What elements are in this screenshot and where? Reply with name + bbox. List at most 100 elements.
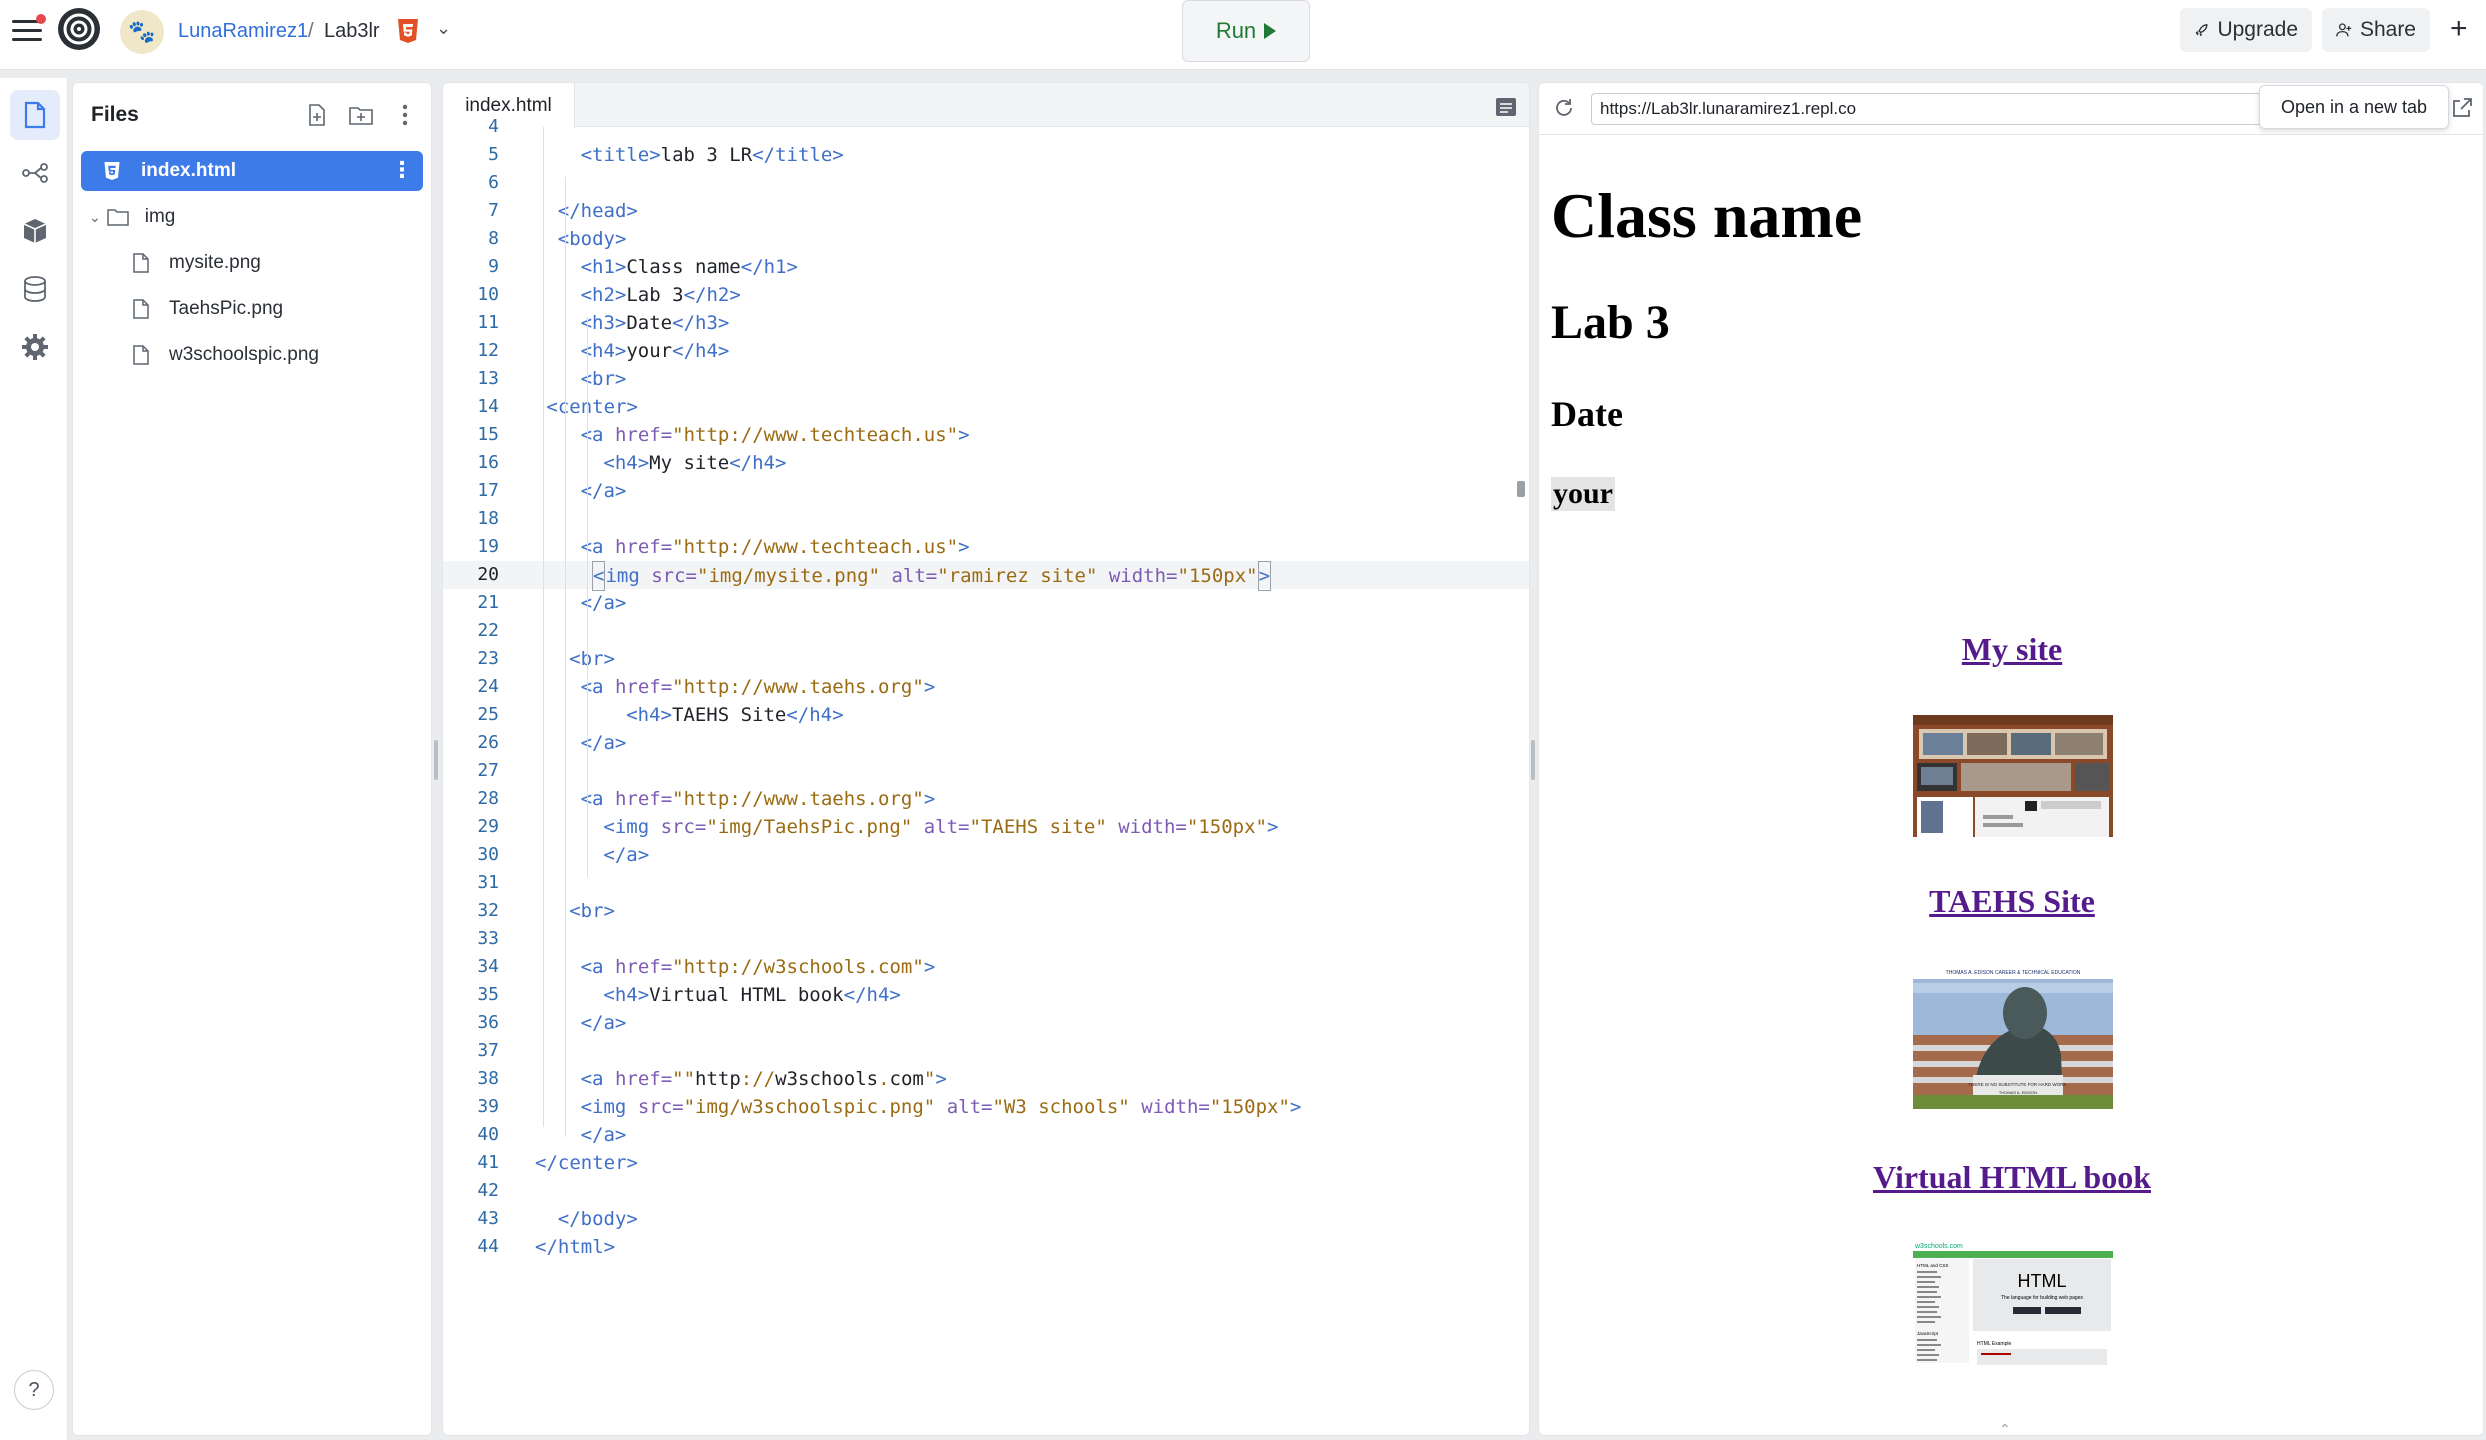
code-line[interactable]: 36 </a> [443, 1009, 1529, 1037]
code-line[interactable]: 20 <img src="img/mysite.png" alt="ramirez… [443, 561, 1529, 591]
taehs-site-link[interactable]: TAEHS Site [1539, 883, 2483, 920]
code-line[interactable]: 28 <a href="http://www.taehs.org"> [443, 785, 1529, 813]
w3-tagline: The language for building web pages [2001, 1295, 2084, 1301]
user-avatar[interactable]: 🐾 [120, 10, 164, 54]
more-options-icon[interactable] [391, 101, 419, 129]
code-line[interactable]: 37 [443, 1037, 1529, 1065]
chevron-down-icon[interactable]: ⌄ [436, 18, 451, 39]
menu-icon[interactable] [12, 14, 46, 42]
code-line[interactable]: 15 <a href="http://www.techteach.us"> [443, 421, 1529, 449]
upgrade-label: Upgrade [2217, 18, 2298, 41]
mysite-image-link[interactable] [1913, 715, 2113, 837]
code-line[interactable]: 12 <h4>your</h4> [443, 337, 1529, 365]
external-link-icon[interactable] [2451, 97, 2473, 119]
code-line[interactable]: 10 <h2>Lab 3</h2> [443, 281, 1529, 309]
file-menu-icon[interactable]: ⋮ [391, 159, 413, 181]
code-line[interactable]: 16 <h4>My site</h4> [443, 449, 1529, 477]
code-line[interactable]: 7 </head> [443, 197, 1529, 225]
code-line[interactable]: 11 <h3>Date</h3> [443, 309, 1529, 337]
code-line[interactable]: 19 <a href="http://www.techteach.us"> [443, 533, 1529, 561]
code-line[interactable]: 42 [443, 1177, 1529, 1205]
code-line[interactable]: 43 </body> [443, 1205, 1529, 1233]
open-new-tab-tooltip: Open in a new tab [2259, 85, 2449, 129]
username-link[interactable]: LunaRamirez1 [178, 20, 308, 43]
code-line[interactable]: 18 [443, 505, 1529, 533]
new-folder-icon[interactable] [347, 101, 375, 129]
plus-icon[interactable]: + [2450, 14, 2468, 44]
taehs-author-text: THOMAS A. EDISON [1999, 1090, 2037, 1095]
code-line[interactable]: 38 <a href=""http://w3schools.com"> [443, 1065, 1529, 1093]
line-number: 7 [488, 200, 499, 221]
editor-preview-resize-handle[interactable] [1531, 740, 1535, 780]
code-text: <h2>Lab 3</h2> [580, 284, 741, 306]
code-line[interactable]: 44 </html> [443, 1233, 1529, 1261]
new-file-icon[interactable] [303, 101, 331, 129]
settings-tool-button[interactable] [10, 322, 60, 372]
my-site-link[interactable]: My site [1539, 631, 2483, 668]
upgrade-button[interactable]: Upgrade [2180, 8, 2312, 52]
line-number: 43 [477, 1208, 499, 1229]
files-tool-button[interactable] [10, 90, 60, 140]
file-item-index-html[interactable]: index.html ⋮ [81, 151, 423, 191]
file-name: w3schoolspic.png [169, 344, 319, 365]
code-line[interactable]: 14 <center> [443, 393, 1529, 421]
code-line[interactable]: 33 [443, 925, 1529, 953]
code-line[interactable]: 17 </a> [443, 477, 1529, 505]
code-line[interactable]: 32 <br> [443, 897, 1529, 925]
code-line[interactable]: 13 <br> [443, 365, 1529, 393]
code-line[interactable]: 34 <a href="http://w3schools.com"> [443, 953, 1529, 981]
code-line[interactable]: 21 </a> [443, 589, 1529, 617]
code-line[interactable]: 30 </a> [443, 841, 1529, 869]
help-button[interactable]: ? [14, 1370, 54, 1410]
code-area[interactable]: 4 5 <title>lab 3 LR</title> 6 7 </head> 8 <body… [443, 116, 1529, 1427]
indent-guide [565, 177, 566, 1137]
folder-icon [106, 209, 129, 226]
file-item-w3schoolspic-png[interactable]: w3schoolspic.png [81, 335, 423, 375]
code-line[interactable]: 5 <title>lab 3 LR</title> [443, 141, 1529, 169]
code-text: <center> [546, 396, 638, 418]
editor-scrollbar-thumb[interactable] [1517, 481, 1525, 497]
code-line[interactable]: 23 <br> [443, 645, 1529, 673]
code-line[interactable]: 31 [443, 869, 1529, 897]
folder-item-img[interactable]: ⌄ img [81, 197, 423, 237]
git-tool-button[interactable] [10, 148, 60, 198]
chevron-up-icon[interactable]: ⌃ [1999, 1421, 2011, 1435]
reload-icon[interactable] [1553, 97, 1575, 119]
files-editor-resize-handle[interactable] [434, 740, 438, 780]
add-user-icon [2336, 23, 2352, 37]
code-line[interactable]: 22 [443, 617, 1529, 645]
replit-logo-icon[interactable] [56, 6, 102, 52]
line-number: 6 [488, 172, 499, 193]
w3schools-image-link[interactable]: w3schools.com HTML and CSS JavaScript HT… [1913, 1241, 2113, 1365]
code-line[interactable]: 25 <h4>TAEHS Site</h4> [443, 701, 1529, 729]
code-line[interactable]: 8 <body> [443, 225, 1529, 253]
code-line[interactable]: 29 <img src="img/TaehsPic.png" alt="TAEHS… [443, 813, 1529, 841]
packages-tool-button[interactable] [10, 206, 60, 256]
code-line[interactable]: 27 [443, 757, 1529, 785]
database-tool-button[interactable] [10, 264, 60, 314]
code-line[interactable]: 26 </a> [443, 729, 1529, 757]
chevron-down-icon: ⌄ [89, 208, 101, 225]
code-line[interactable]: 6 [443, 169, 1529, 197]
repl-name[interactable]: Lab3lr [324, 20, 380, 43]
code-text: </a> [580, 1012, 627, 1034]
url-bar[interactable]: https://Lab3lr.lunaramirez1.repl.co [1591, 93, 2311, 125]
code-line[interactable]: 39 <img src="img/w3schoolspic.png" alt="W… [443, 1093, 1529, 1121]
line-number: 38 [477, 1068, 499, 1089]
run-button[interactable]: Run [1182, 0, 1310, 62]
code-line[interactable]: 9 <h1>Class name</h1> [443, 253, 1529, 281]
line-number: 21 [477, 592, 499, 613]
mysite-screenshot [1913, 715, 2113, 837]
taehs-image-link[interactable]: THOMAS A. EDISON CAREER & TECHNICAL EDUC… [1913, 965, 2113, 1109]
line-number: 35 [477, 984, 499, 1005]
file-item-mysite-png[interactable]: mysite.png [81, 243, 423, 283]
code-line[interactable]: 24 <a href="http://www.taehs.org"> [443, 673, 1529, 701]
code-line[interactable]: 35 <h4>Virtual HTML book</h4> [443, 981, 1529, 1009]
code-line[interactable]: 4 [443, 113, 1529, 141]
code-line[interactable]: 40 </a> [443, 1121, 1529, 1149]
file-item-taehspic-png[interactable]: TaehsPic.png [81, 289, 423, 329]
code-line[interactable]: 41 </center> [443, 1149, 1529, 1177]
share-button[interactable]: Share [2322, 8, 2430, 52]
packages-icon [23, 219, 47, 243]
virtual-html-book-link[interactable]: Virtual HTML book [1539, 1159, 2483, 1196]
